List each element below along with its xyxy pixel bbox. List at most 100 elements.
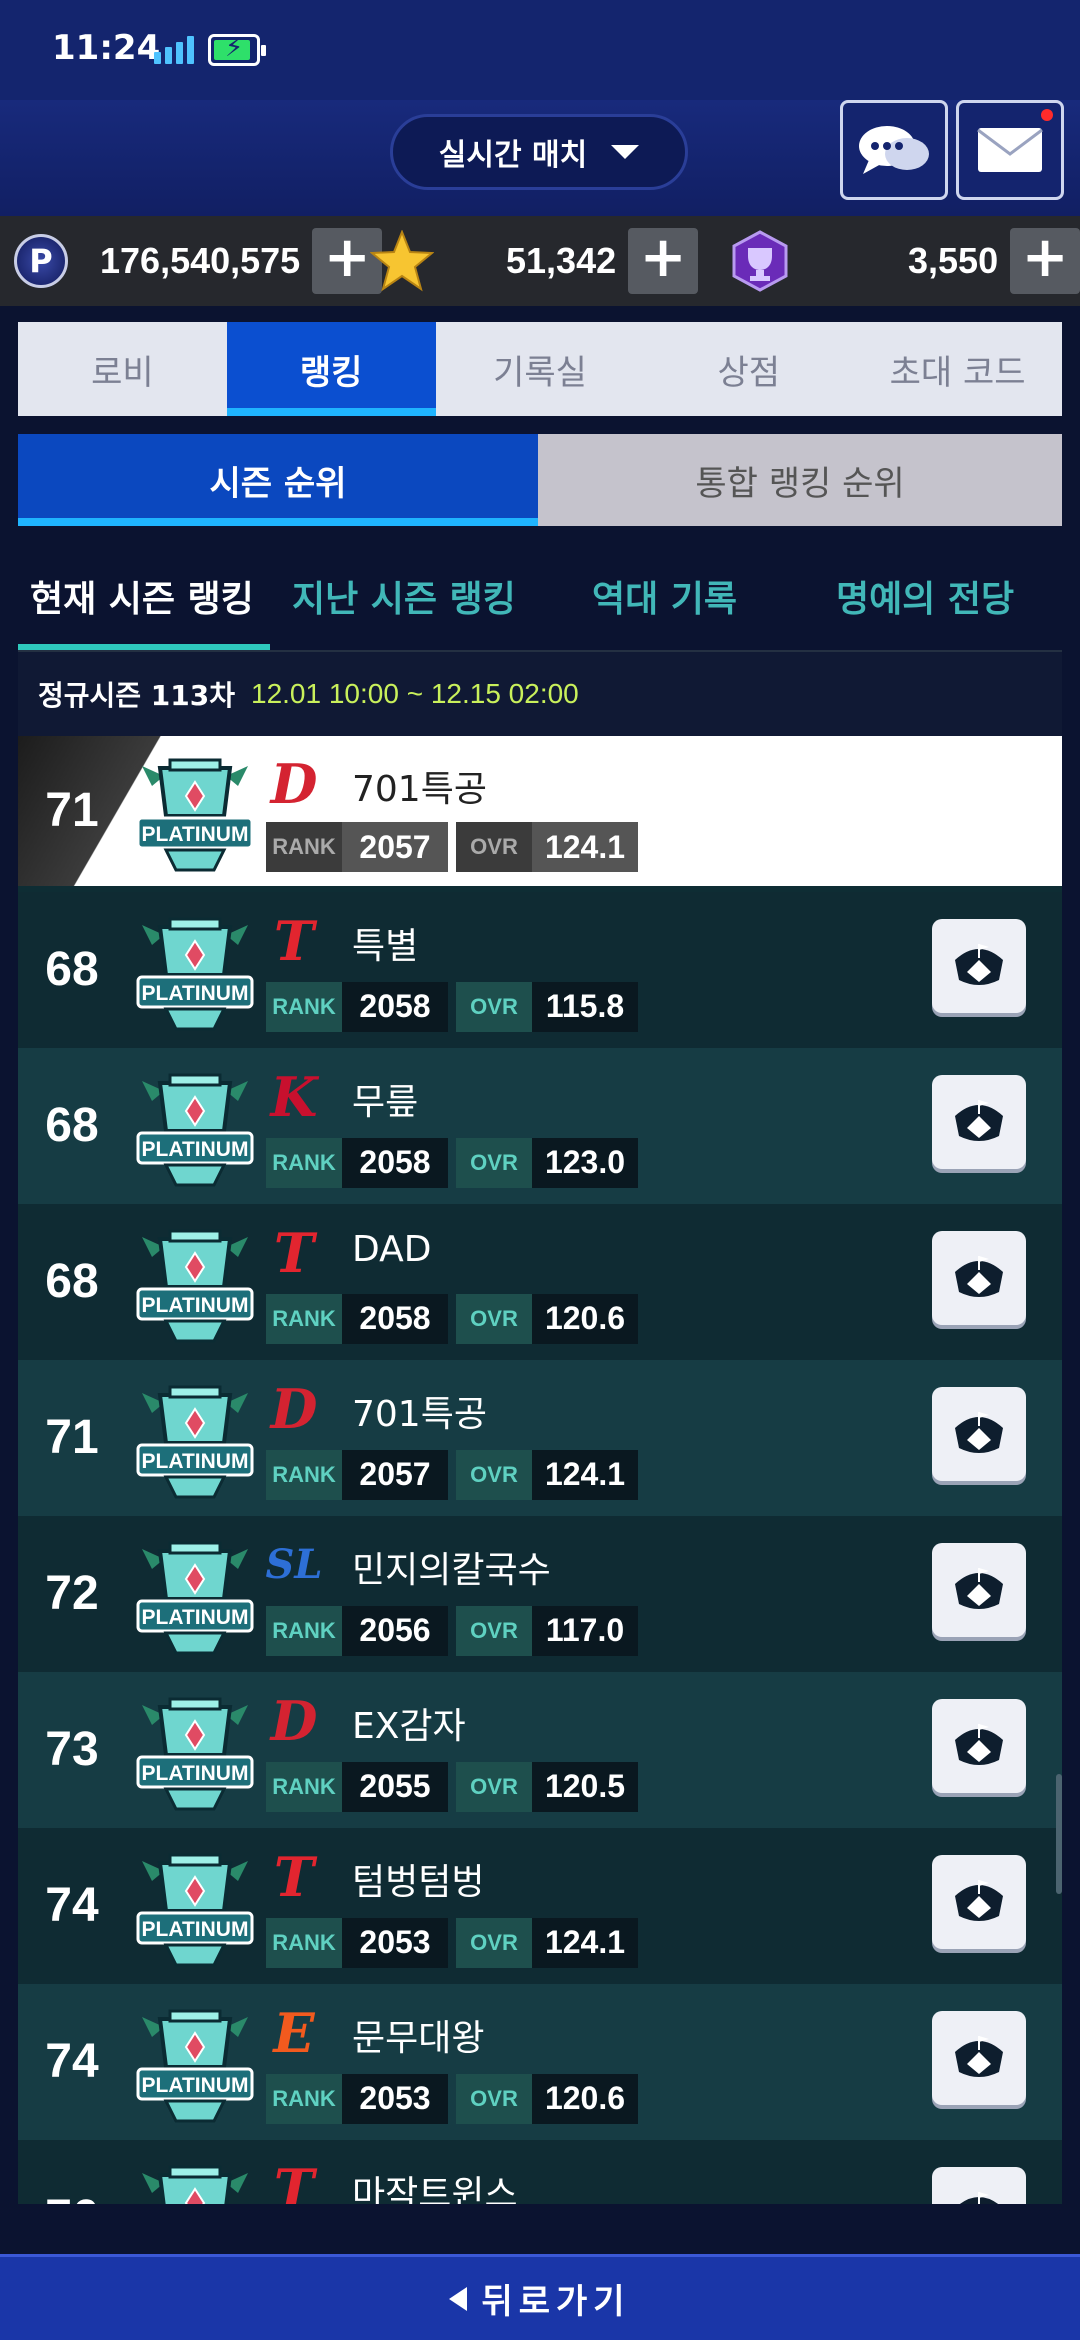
svg-text:PLATINUM: PLATINUM: [142, 982, 249, 1005]
rank-number: 71: [45, 784, 99, 837]
platinum-tier-badge-icon: PLATINUM: [130, 905, 260, 1035]
team-logo-icon: T: [273, 1844, 315, 1909]
back-button[interactable]: 뒤로가기: [0, 2254, 1080, 2340]
ranking-row[interactable]: 73 PLATINUM D EX감자 RANK 2055 OVR 120.5: [18, 1672, 1062, 1828]
view-stadium-button[interactable]: [932, 2167, 1026, 2204]
stadium-icon: [949, 1402, 1009, 1466]
ovr-value: 120.5: [532, 1761, 638, 1812]
view-stadium-button[interactable]: [932, 1699, 1026, 1793]
list-scrollbar[interactable]: [1056, 1774, 1062, 1894]
rank-score: 2057: [342, 822, 448, 872]
subtab-all-time[interactable]: 역대 기록: [592, 548, 737, 644]
stadium-icon: [949, 934, 1009, 998]
view-stadium-button[interactable]: [932, 1231, 1026, 1325]
player-stats: RANK 2058 OVR 123.0: [266, 1137, 646, 1188]
ovr-value: 124.1: [532, 1917, 638, 1968]
team-logo-icon: K: [270, 1064, 318, 1129]
rank-number: 68: [45, 1099, 99, 1152]
ovr-value: 124.1: [532, 1449, 638, 1500]
back-arrow-icon: [449, 2286, 468, 2311]
tab-records[interactable]: 기록실: [436, 322, 645, 416]
ranking-row[interactable]: 68 PLATINUM K 무릎 RANK 2058 OVR 123.0: [18, 1048, 1062, 1204]
ovr-label: OVR: [456, 1293, 532, 1344]
season-range: 12.01 10:00 ~ 12.15 02:00: [251, 678, 579, 709]
player-stats: RANK 2058 OVR 120.6: [266, 1293, 646, 1344]
rank-label: RANK: [266, 2073, 342, 2124]
ranking-list[interactable]: 71 PLATINUM D 701특공 RANK 2057 OVR 124.1 68 PLATIN…: [18, 736, 1062, 2204]
trophy-value: 3,550: [908, 240, 999, 281]
ovr-label: OVR: [456, 1761, 532, 1812]
season-name: 정규시즌 113차: [38, 679, 235, 712]
rank-score: 2058: [342, 1137, 448, 1188]
team-logo-icon: SL: [265, 1541, 323, 1589]
rank-number: 72: [45, 1567, 99, 1620]
player-nickname: 701특공: [352, 1393, 487, 1435]
chat-button[interactable]: [840, 100, 948, 200]
tab-invite-code[interactable]: 초대 코드: [853, 322, 1062, 416]
player-stats: RANK 2053 OVR 124.1: [266, 1917, 646, 1968]
add-stars-button[interactable]: +: [628, 228, 699, 294]
ranking-row[interactable]: 74 PLATINUM E 문무대왕 RANK 2053 OVR 120.6: [18, 1984, 1062, 2140]
ranking-row[interactable]: 76 PLATINUM T 마작트윈스: [18, 2140, 1062, 2204]
ranking-row[interactable]: 71 PLATINUM D 701특공 RANK 2057 OVR 124.1: [18, 1360, 1062, 1516]
chat-bubbles-icon: [859, 126, 929, 174]
team-logo-icon: T: [273, 908, 315, 973]
view-stadium-button[interactable]: [932, 1075, 1026, 1169]
view-stadium-button[interactable]: [932, 2011, 1026, 2105]
team-logo-icon: D: [270, 1376, 318, 1441]
add-trophy-button[interactable]: +: [1010, 228, 1080, 294]
total-rank-tab[interactable]: 통합 랭킹 순위: [538, 434, 1062, 526]
my-rank-row[interactable]: 71 PLATINUM D 701특공 RANK 2057 OVR 124.1: [18, 736, 1062, 886]
view-stadium-button[interactable]: [932, 1387, 1026, 1481]
notification-dot: [1041, 109, 1053, 121]
svg-text:PLATINUM: PLATINUM: [142, 1138, 249, 1161]
ovr-value: 123.0: [532, 1137, 638, 1188]
ovr-value: 124.1: [532, 822, 638, 872]
rank-score: 2056: [342, 1605, 448, 1656]
season-rank-tab[interactable]: 시즌 순위: [18, 434, 538, 526]
ranking-row[interactable]: 72 PLATINUM SL 민지의칼국수 RANK 2056 OVR 117.0: [18, 1516, 1062, 1672]
ovr-label: OVR: [456, 1917, 532, 1968]
subtab-last-season[interactable]: 지난 시즌 랭킹: [292, 548, 516, 644]
tab-ranking[interactable]: 랭킹: [226, 322, 436, 416]
rank-number: 68: [45, 1255, 99, 1308]
stars-group: 51,342 +: [370, 227, 699, 295]
platinum-tier-badge-icon: PLATINUM: [130, 2153, 260, 2204]
tab-lobby[interactable]: 로비: [18, 322, 227, 416]
view-stadium-button[interactable]: [932, 919, 1026, 1013]
subtab-current-season[interactable]: 현재 시즌 랭킹: [30, 548, 254, 644]
ranking-row[interactable]: 68 PLATINUM T DAD RANK 2058 OVR 120.6: [18, 1204, 1062, 1360]
rank-label: RANK: [266, 1137, 342, 1188]
subtab-hall-of-fame[interactable]: 명예의 전당: [836, 548, 1014, 644]
season-info-bar: 정규시즌 113차 12.01 10:00 ~ 12.15 02:00: [18, 652, 1062, 736]
view-stadium-button[interactable]: [932, 1543, 1026, 1637]
player-stats: RANK 2056 OVR 117.0: [266, 1605, 646, 1656]
ranking-row[interactable]: 74 PLATINUM T 텀벙텀벙 RANK 2053 OVR 124.1: [18, 1828, 1062, 1984]
view-stadium-button[interactable]: [932, 1855, 1026, 1949]
team-logo-icon: T: [273, 1220, 315, 1285]
season-subtabs: 현재 시즌 랭킹 지난 시즌 랭킹 역대 기록 명예의 전당: [18, 548, 1062, 652]
rank-number: 74: [45, 1879, 99, 1932]
player-nickname: 텀벙텀벙: [352, 1861, 485, 1903]
mail-icon: [977, 128, 1043, 172]
player-stats: RANK 2057 OVR 124.1: [266, 1449, 646, 1500]
tab-shop[interactable]: 상점: [644, 322, 853, 416]
player-nickname: 마작트윈스: [352, 2173, 518, 2204]
top-header: 실시간 매치: [0, 100, 1080, 216]
rank-label: RANK: [266, 1293, 342, 1344]
stadium-icon: [949, 1714, 1009, 1778]
mail-button[interactable]: [956, 100, 1064, 200]
player-nickname: 문무대왕: [352, 2017, 485, 2059]
trophy-badge-icon: [732, 230, 788, 292]
ranking-row[interactable]: 68 PLATINUM T 특별 RANK 2058 OVR 115.8: [18, 892, 1062, 1048]
bottom-spacer: [0, 2204, 1080, 2254]
match-mode-label: 실시간 매치: [438, 138, 588, 173]
platinum-tier-badge-icon: PLATINUM: [130, 1841, 260, 1971]
rank-number: 68: [45, 943, 99, 996]
rank-number: 74: [45, 2035, 99, 2088]
stadium-icon: [949, 1558, 1009, 1622]
platinum-tier-badge-icon: PLATINUM: [130, 1529, 260, 1659]
team-logo-icon: D: [270, 1688, 318, 1753]
player-nickname: 701특공: [352, 769, 487, 810]
match-mode-dropdown[interactable]: 실시간 매치: [390, 114, 688, 190]
